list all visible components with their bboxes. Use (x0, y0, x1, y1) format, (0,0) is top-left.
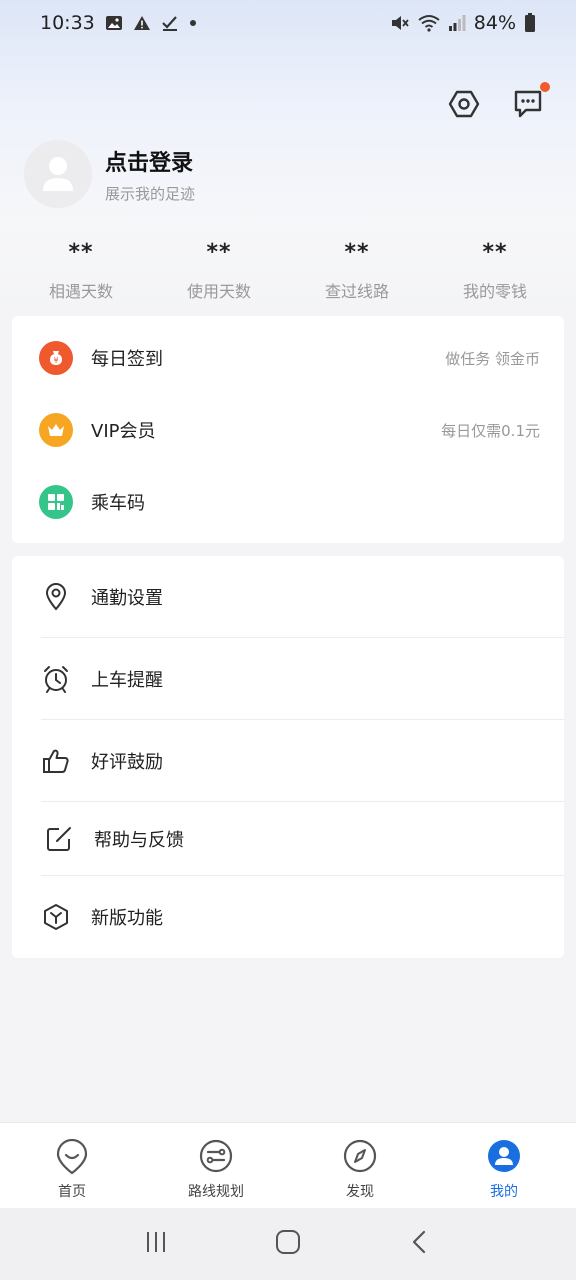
dot-icon (189, 19, 197, 27)
avatar[interactable] (24, 140, 92, 208)
row-label: 每日签到 (91, 349, 163, 370)
rate-app-row[interactable]: 好评鼓励 (12, 720, 564, 802)
recents-icon (146, 1232, 165, 1252)
warning-icon (133, 15, 151, 31)
new-features-row[interactable]: 新版功能 (12, 876, 564, 958)
battery-icon (524, 13, 536, 33)
nav-label: 我的 (490, 1184, 518, 1200)
profile-login[interactable]: 点击登录 展示我的足迹 (24, 140, 195, 208)
nav-route-planning[interactable]: 路线规划 (144, 1123, 288, 1208)
status-time: 10:33 (40, 12, 95, 34)
wifi-icon (418, 14, 440, 32)
stat-label: 我的零钱 (462, 282, 527, 301)
thumbs-up-icon (42, 747, 70, 775)
money-bag-icon: ¥ (39, 341, 73, 375)
settings-hex-icon (448, 90, 480, 118)
header-actions (446, 82, 550, 122)
stat-value: ** (68, 240, 94, 265)
nav-label: 发现 (346, 1184, 374, 1200)
nav-mine[interactable]: 我的 (432, 1123, 576, 1208)
row-label: 通勤设置 (91, 588, 163, 609)
row-label: 好评鼓励 (91, 752, 163, 773)
crown-icon (39, 413, 73, 447)
stat-routes[interactable]: ** 查过线路 (288, 240, 426, 302)
stat-label: 查过线路 (324, 282, 389, 301)
login-title[interactable]: 点击登录 (105, 145, 195, 177)
message-button[interactable] (510, 82, 550, 122)
ride-code-row[interactable]: 乘车码 (12, 466, 564, 538)
back-button[interactable] (407, 1229, 433, 1259)
home-square-icon (275, 1230, 300, 1254)
mute-icon (390, 14, 410, 32)
row-hint: 每日仅需0.1元 (441, 421, 540, 440)
nav-discover[interactable]: 发现 (288, 1123, 432, 1208)
row-label: 帮助与反馈 (94, 830, 184, 851)
stat-label: 相遇天数 (48, 282, 113, 301)
svg-text:¥: ¥ (53, 356, 58, 365)
status-bar: 10:33 84% (0, 0, 576, 46)
nav-label: 路线规划 (188, 1184, 244, 1200)
settings-button[interactable] (446, 86, 482, 122)
row-hint: 做任务 领金币 (445, 349, 540, 368)
stat-use-days[interactable]: ** 使用天数 (150, 240, 288, 302)
settings-card: 通勤设置 上车提醒 好评鼓励 帮助与反馈 新版功能 (12, 556, 564, 958)
qr-code-icon (39, 485, 73, 519)
stat-value: ** (344, 240, 370, 265)
feature-card: ¥ 每日签到 做任务 领金币 VIP会员 每日仅需0.1元 乘车码 (12, 316, 564, 543)
image-icon (105, 15, 123, 31)
nav-label: 首页 (58, 1184, 86, 1200)
alarm-clock-icon (42, 665, 70, 693)
location-pin-icon (42, 583, 70, 611)
nav-home[interactable]: 首页 (0, 1123, 144, 1208)
vip-row[interactable]: VIP会员 每日仅需0.1元 (12, 394, 564, 466)
message-icon (514, 90, 542, 118)
home-smile-icon (56, 1139, 88, 1175)
recents-button[interactable] (143, 1229, 169, 1259)
signal-icon (448, 14, 466, 32)
user-placeholder-icon (43, 157, 73, 191)
notification-dot (540, 82, 550, 92)
daily-checkin-row[interactable]: ¥ 每日签到 做任务 领金币 (12, 322, 564, 394)
row-label: 乘车码 (91, 493, 145, 514)
edit-icon (45, 825, 73, 853)
system-navigation-bar (0, 1208, 576, 1280)
profile-icon (488, 1140, 520, 1172)
cube-icon (42, 903, 70, 931)
route-icon (199, 1139, 233, 1173)
stat-wallet[interactable]: ** 我的零钱 (426, 240, 564, 302)
stat-label: 使用天数 (186, 282, 251, 301)
download-done-icon (161, 15, 179, 31)
row-label: 上车提醒 (91, 670, 163, 691)
row-label: VIP会员 (91, 421, 156, 442)
commute-settings-row[interactable]: 通勤设置 (12, 556, 564, 638)
home-button[interactable] (274, 1228, 302, 1260)
boarding-reminder-row[interactable]: 上车提醒 (12, 638, 564, 720)
row-label: 新版功能 (91, 908, 163, 929)
login-subtitle: 展示我的足迹 (105, 184, 196, 203)
stat-meet-days[interactable]: ** 相遇天数 (12, 240, 150, 302)
stat-value: ** (482, 240, 508, 265)
help-feedback-row[interactable]: 帮助与反馈 (12, 802, 564, 876)
bottom-navigation: 首页 路线规划 发现 我的 (0, 1122, 576, 1208)
stats-row: ** 相遇天数 ** 使用天数 ** 查过线路 ** 我的零钱 (12, 240, 564, 302)
battery-percent: 84% (473, 12, 516, 34)
stat-value: ** (206, 240, 232, 265)
back-icon (413, 1230, 426, 1254)
compass-icon (343, 1139, 377, 1173)
